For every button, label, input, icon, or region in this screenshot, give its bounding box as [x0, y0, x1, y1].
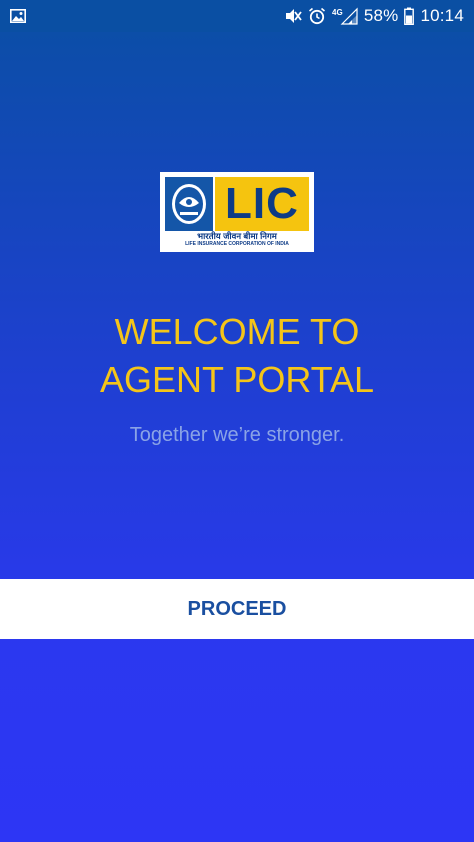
logo-hindi-text: भारतीय जीवन बीमा निगम: [197, 231, 277, 241]
svg-text:4G: 4G: [332, 8, 343, 17]
logo-name: LIC: [225, 179, 299, 228]
tagline: Together we’re stronger.: [129, 424, 345, 446]
clock: 10:14: [420, 6, 464, 25]
status-bar: 4G 58% 10:14: [0, 0, 474, 32]
alarm-icon: [308, 7, 326, 25]
lic-logo: LIC भारतीय जीवन बीमा निगम LIFE INSURANCE…: [160, 172, 314, 252]
lic-wordmark: LIC: [215, 177, 309, 231]
welcome-line-1: WELCOME TO: [114, 311, 360, 352]
image-icon: [10, 8, 26, 23]
battery-icon: [404, 7, 415, 25]
welcome-line-2: AGENT PORTAL: [99, 359, 375, 400]
mute-icon: [284, 7, 302, 25]
welcome-screen: 4G 58% 10:14 LIC भारतीय जीवन बीमा निगम L…: [0, 0, 474, 842]
logo-subtitle: LIFE INSURANCE CORPORATION OF INDIA: [185, 241, 289, 247]
battery-percent: 58%: [363, 6, 399, 25]
status-icons: 4G 58% 10:14: [284, 0, 464, 32]
signal-icon: 4G: [332, 7, 358, 25]
welcome-heading: WELCOME TO AGENT PORTAL: [0, 308, 474, 404]
lic-emblem-icon: [165, 177, 213, 231]
proceed-button[interactable]: PROCEED: [0, 579, 474, 639]
